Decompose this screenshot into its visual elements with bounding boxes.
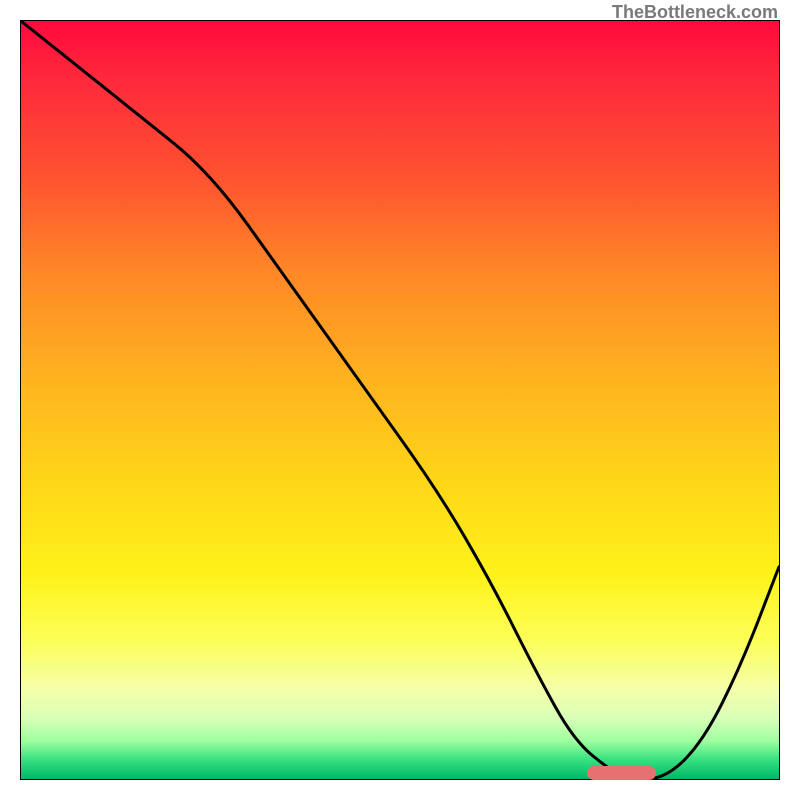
bottleneck-curve-path [21, 21, 779, 779]
plot-area [20, 20, 780, 780]
optimal-range-marker [587, 766, 655, 780]
chart-container: TheBottleneck.com [0, 0, 800, 800]
curve-svg [21, 21, 779, 779]
